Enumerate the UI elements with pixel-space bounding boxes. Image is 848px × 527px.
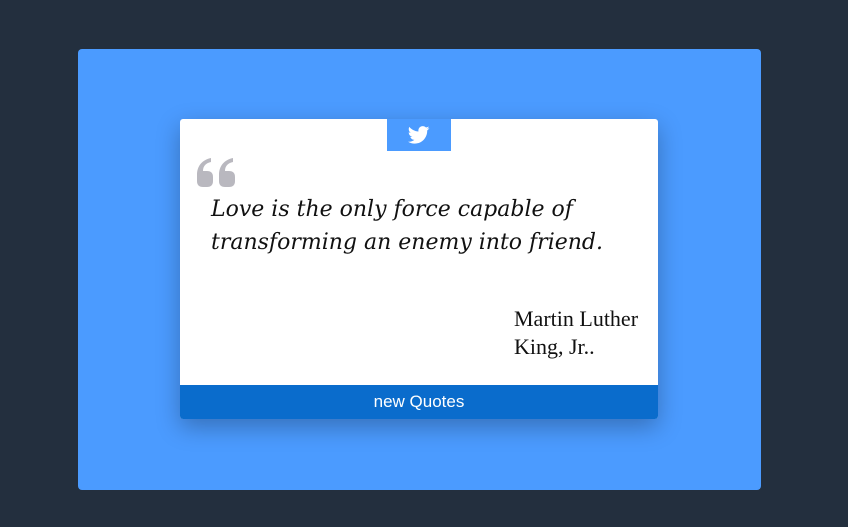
quote-text: Love is the only force capable of transf… <box>211 197 603 255</box>
quote-left-icon <box>197 158 235 187</box>
tweet-button[interactable] <box>387 119 451 151</box>
twitter-bird-icon <box>408 126 430 144</box>
quote-card: Love is the only force capable of transf… <box>180 119 658 419</box>
quote-author: Martin Luther King, Jr.. <box>514 306 639 359</box>
new-quote-button[interactable]: new Quotes <box>180 385 658 419</box>
